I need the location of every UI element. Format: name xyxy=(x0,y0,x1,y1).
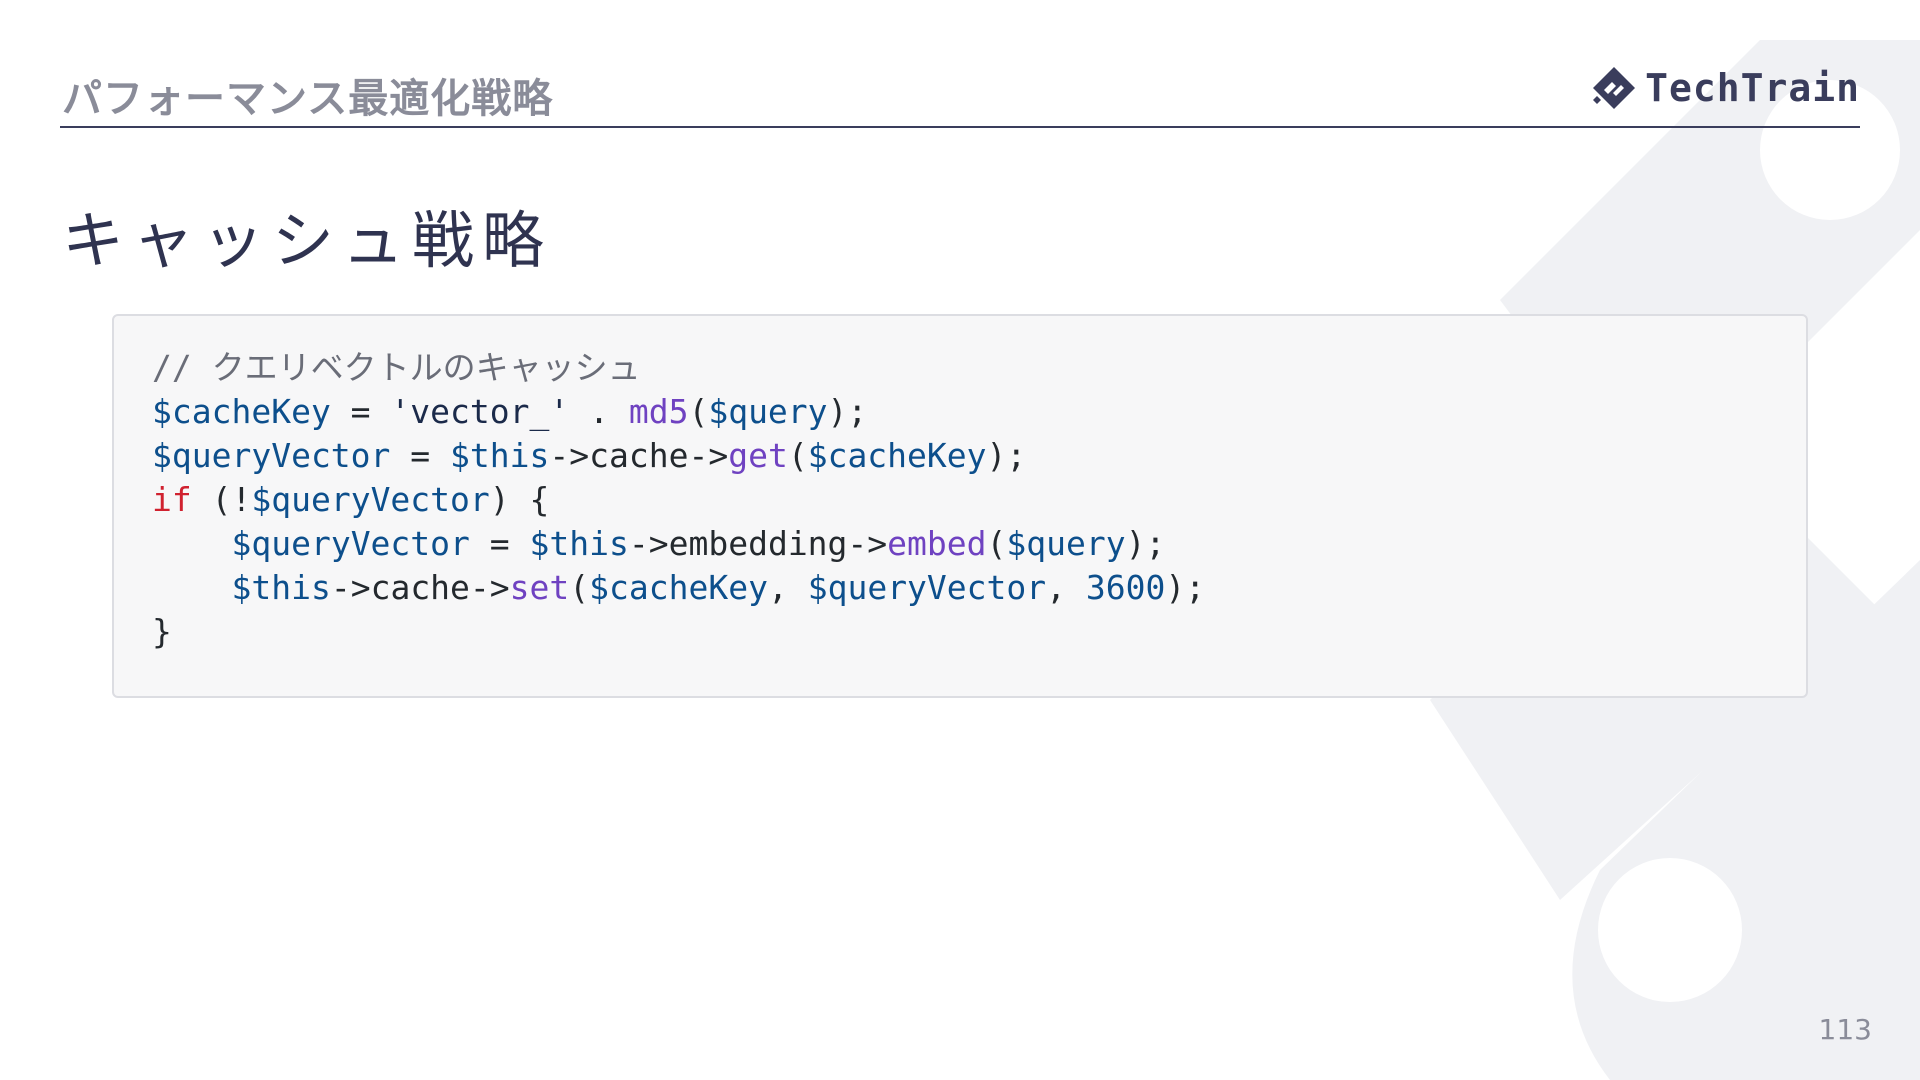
code-token: cache xyxy=(589,436,689,475)
code-token: $cacheKey xyxy=(152,392,331,431)
code-block: // クエリベクトルのキャッシュ $cacheKey = 'vector_' .… xyxy=(112,314,1808,698)
code-token: $queryVector xyxy=(807,568,1047,607)
code-token: $query xyxy=(1006,524,1126,563)
code-token: $queryVector xyxy=(231,524,470,563)
code-token: set xyxy=(509,568,570,607)
code-token: 'vector_' xyxy=(390,392,570,431)
code-token: $queryVector xyxy=(152,436,391,475)
page-title: キャッシュ戦略 xyxy=(62,204,553,277)
code-token: get xyxy=(728,436,788,475)
code-token: $query xyxy=(708,392,828,431)
code-content: // クエリベクトルのキャッシュ $cacheKey = 'vector_' .… xyxy=(152,348,1206,651)
slide-header: パフォーマンス最適化戦略 TechTrain xyxy=(60,62,1860,128)
techtrain-logo-icon xyxy=(1593,67,1636,109)
code-token: $cacheKey xyxy=(807,436,987,475)
code-token: embed xyxy=(887,524,987,563)
code-token: $queryVector xyxy=(251,480,490,519)
code-token: embedding xyxy=(668,524,848,563)
code-token: md5 xyxy=(628,392,689,431)
code-token: 3600 xyxy=(1085,568,1166,607)
section-title: パフォーマンス最適化戦略 xyxy=(62,76,554,122)
page-number: 113 xyxy=(1818,1013,1872,1046)
code-token: cache xyxy=(370,568,470,607)
code-token: if xyxy=(152,480,192,519)
code-token: $this xyxy=(529,524,629,563)
brand-logo: TechTrain xyxy=(1591,62,1860,114)
code-token: $this xyxy=(450,436,550,475)
code-token: $this xyxy=(231,568,331,607)
code-comment: // クエリベクトルのキャッシュ xyxy=(152,348,641,387)
logo-text: TechTrain xyxy=(1645,66,1860,110)
code-token: $cacheKey xyxy=(589,568,768,607)
